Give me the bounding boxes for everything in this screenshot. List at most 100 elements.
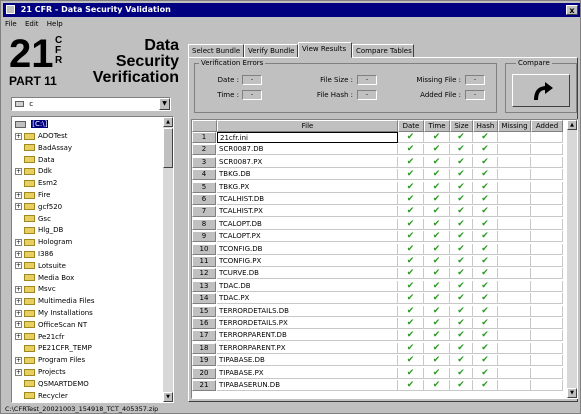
file-cell[interactable]: TCONFIG.PX (217, 256, 398, 267)
tree-item[interactable]: Hlg_DB (15, 225, 63, 236)
file-cell[interactable]: TERRORDETAILS.DB (217, 305, 398, 317)
tree-item[interactable]: + Ddk (15, 166, 52, 177)
tree-item[interactable]: Gsc (15, 214, 51, 225)
row-number[interactable]: 3 (192, 156, 216, 168)
file-cell[interactable]: TIPABASERUN.DB (217, 380, 398, 391)
tree-item[interactable]: + My Installations (15, 308, 93, 319)
file-cell[interactable]: TCONFIG.DB (217, 243, 398, 255)
row-number[interactable]: 18 (192, 342, 216, 354)
file-cell[interactable]: TCURVE.DB (217, 268, 398, 280)
file-cell[interactable]: TCALHIST.DB (217, 194, 398, 205)
file-cell[interactable]: TBKG.DB (217, 169, 398, 181)
tree-item[interactable]: + Hologram (15, 237, 72, 248)
file-cell[interactable]: TCALOPT.PX (217, 231, 398, 243)
row-number[interactable]: 9 (192, 231, 216, 243)
expand-icon[interactable]: + (15, 285, 22, 293)
file-cell[interactable]: 21cfr.ini (217, 132, 398, 143)
scroll-up-icon[interactable]: ▲ (567, 120, 577, 130)
file-cell[interactable]: TDAC.PX (217, 293, 398, 305)
row-number[interactable]: 13 (192, 280, 216, 292)
tree-item[interactable]: QSMARTDEMO (15, 379, 89, 390)
tree-item[interactable]: BadAssay (15, 143, 72, 154)
file-cell[interactable]: TCALHIST.PX (217, 206, 398, 218)
file-cell[interactable]: TIPABASE.PX (217, 367, 398, 379)
tree-item[interactable]: + Msvc (15, 284, 56, 295)
compare-button[interactable] (512, 74, 570, 107)
tree-item[interactable]: + OfficeScan NT (15, 320, 87, 331)
column-header-size[interactable]: Size (450, 120, 473, 132)
row-number[interactable]: 17 (192, 330, 216, 342)
row-number[interactable]: 16 (192, 318, 216, 329)
tab-select-bundle[interactable]: Select Bundle (188, 44, 244, 58)
tree-item[interactable]: + Program Files (15, 355, 85, 366)
row-number[interactable]: 6 (192, 194, 216, 205)
tree-item[interactable]: + Fire (15, 190, 51, 201)
tree-item[interactable]: + Pe21cfr (15, 332, 64, 343)
tree-item[interactable]: PE21CFR_TEMP (15, 343, 92, 354)
scroll-up-icon[interactable]: ▲ (163, 117, 173, 127)
expand-icon[interactable]: + (15, 132, 22, 140)
column-header-hash[interactable]: Hash (473, 120, 498, 132)
scroll-thumb[interactable] (163, 128, 173, 168)
tree-scrollbar[interactable]: ▲ ▼ (163, 117, 173, 402)
file-cell[interactable]: TDAC.DB (217, 280, 398, 292)
file-cell[interactable]: SCR0087.DB (217, 144, 398, 156)
tree-item[interactable]: + ADOTest (15, 131, 67, 142)
row-number[interactable]: 5 (192, 181, 216, 193)
row-number[interactable]: 8 (192, 218, 216, 230)
row-number[interactable]: 1 (192, 132, 216, 143)
row-number[interactable]: 4 (192, 169, 216, 181)
expand-icon[interactable]: + (15, 309, 22, 317)
column-header-date[interactable]: Date (398, 120, 424, 132)
expand-icon[interactable]: + (15, 238, 22, 246)
tab-compare-tables[interactable]: Compare Tables (352, 44, 414, 58)
tree-item[interactable]: + gcf520 (15, 202, 62, 213)
file-cell[interactable]: SCR0087.PX (217, 156, 398, 168)
tree-item[interactable]: Esm2 (15, 178, 57, 189)
expand-icon[interactable]: + (15, 356, 22, 364)
file-cell[interactable]: TCALOPT.DB (217, 218, 398, 230)
tree-item[interactable]: + Lotsuite (15, 261, 66, 272)
menu-edit[interactable]: Edit (25, 20, 39, 28)
row-number[interactable]: 21 (192, 380, 216, 391)
row-number[interactable]: 15 (192, 305, 216, 317)
file-cell[interactable]: TBKG.PX (217, 181, 398, 193)
menu-help[interactable]: Help (47, 20, 63, 28)
tree-item[interactable]: Recycler (15, 391, 68, 402)
row-number[interactable]: 12 (192, 268, 216, 280)
file-cell[interactable]: TERRORPARENT.PX (217, 342, 398, 354)
row-number[interactable]: 20 (192, 367, 216, 379)
column-header-time[interactable]: Time (424, 120, 450, 132)
tree-item[interactable]: + Multimedia Files (15, 296, 95, 307)
tree-root[interactable]: [C:\] (15, 119, 49, 130)
menu-file[interactable]: File (5, 20, 17, 28)
tab-verify-bundle[interactable]: Verify Bundle (244, 44, 298, 58)
expand-icon[interactable]: + (15, 297, 22, 305)
row-number[interactable]: 10 (192, 243, 216, 255)
row-number[interactable]: 11 (192, 256, 216, 267)
drive-select[interactable]: c ▼ (11, 97, 171, 111)
expand-icon[interactable]: + (15, 321, 22, 329)
scroll-down-icon[interactable]: ▼ (163, 392, 173, 402)
title-bar[interactable]: 21 CFR - Data Security Validation x (3, 3, 580, 17)
file-cell[interactable]: TIPABASE.DB (217, 355, 398, 367)
expand-icon[interactable]: + (15, 167, 22, 175)
close-button[interactable]: x (566, 5, 578, 15)
row-number[interactable]: 19 (192, 355, 216, 367)
expand-icon[interactable]: + (15, 250, 22, 258)
row-number[interactable]: 7 (192, 206, 216, 218)
tab-view-results[interactable]: View Results (298, 42, 352, 58)
expand-icon[interactable]: + (15, 368, 22, 376)
column-header-added[interactable]: Added (531, 120, 563, 132)
folder-tree[interactable]: [C:\] + ADOTest BadAssay Data + Ddk Esm2 + Fire +… (11, 116, 174, 403)
chevron-down-icon[interactable]: ▼ (159, 98, 170, 110)
expand-icon[interactable]: + (15, 333, 22, 341)
tree-item[interactable]: + Projects (15, 367, 66, 378)
file-cell[interactable]: TERRORPARENT.DB (217, 330, 398, 342)
file-cell[interactable]: TERRORDETAILS.PX (217, 318, 398, 329)
results-grid[interactable]: File Date Time Size Hash Missing Added 1… (191, 119, 578, 399)
tree-item[interactable]: + I386 (15, 249, 53, 260)
tree-item[interactable]: Data (15, 155, 55, 166)
column-header-missing[interactable]: Missing (498, 120, 531, 132)
expand-icon[interactable]: + (15, 191, 22, 199)
